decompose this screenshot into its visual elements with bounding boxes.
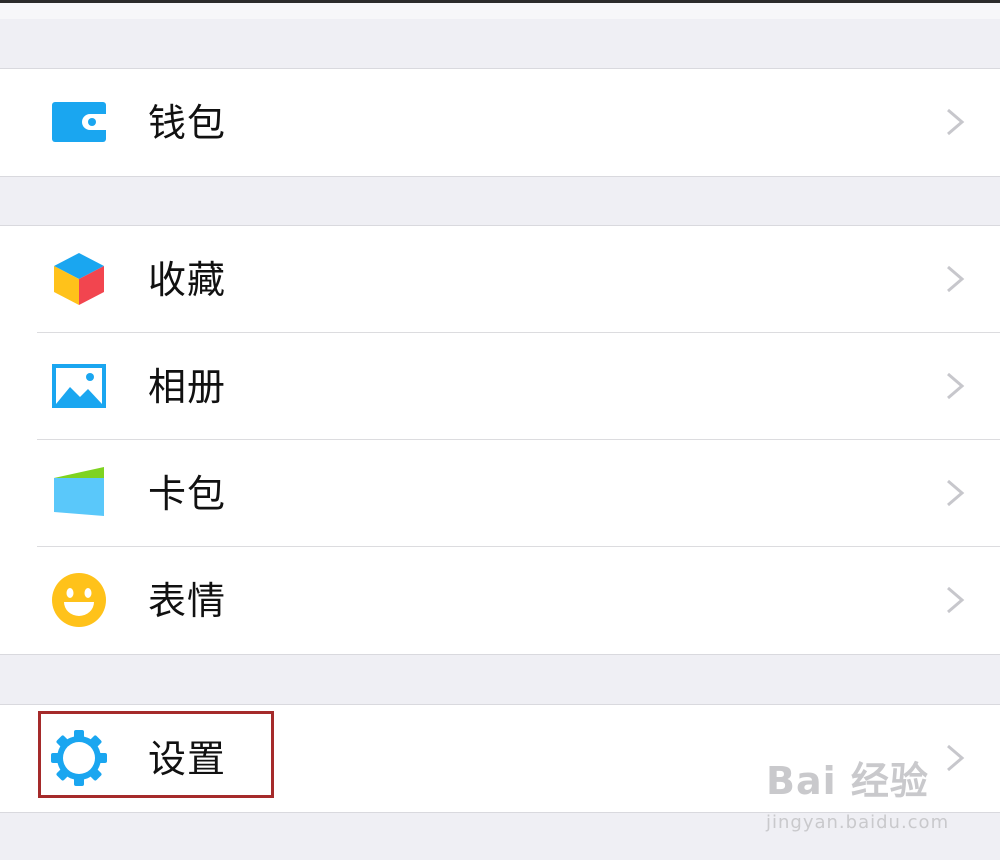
card-pack-icon [54, 467, 104, 516]
menu-item-label: 相册 [148, 365, 227, 409]
menu-item-stickers[interactable]: 表情 [0, 547, 1000, 654]
menu-item-label: 设置 [148, 737, 227, 781]
album-picture-icon [52, 364, 106, 408]
watermark-brand: Bai 经验 [766, 759, 929, 803]
chevron-right-icon [947, 108, 965, 136]
menu-group-content: 收藏 相册 卡包 表情 [0, 225, 1000, 655]
menu-item-album[interactable]: 相册 [0, 333, 1000, 440]
watermark-url: jingyan.baidu.com [766, 812, 950, 833]
menu-item-label: 表情 [148, 579, 227, 623]
menu-group-wallet: 钱包 [0, 68, 1000, 177]
chevron-right-icon [947, 372, 965, 400]
top-spacer [0, 3, 1000, 19]
chevron-right-icon [947, 479, 965, 507]
smiley-emoji-icon [52, 573, 106, 627]
menu-item-card-pack[interactable]: 卡包 [0, 440, 1000, 547]
favorites-cube-icon [54, 253, 104, 305]
menu-item-wallet[interactable]: 钱包 [0, 69, 1000, 176]
menu-item-label: 卡包 [148, 472, 227, 516]
menu-item-favorites[interactable]: 收藏 [0, 226, 1000, 333]
wallet-icon [52, 102, 106, 142]
chevron-right-icon [947, 586, 965, 614]
gear-icon [51, 730, 107, 786]
menu-item-label: 钱包 [148, 101, 227, 145]
chevron-right-icon [947, 265, 965, 293]
baidu-jingyan-watermark: Bai 经验 jingyan.baidu.com [760, 748, 960, 840]
menu-item-label: 收藏 [148, 258, 227, 302]
